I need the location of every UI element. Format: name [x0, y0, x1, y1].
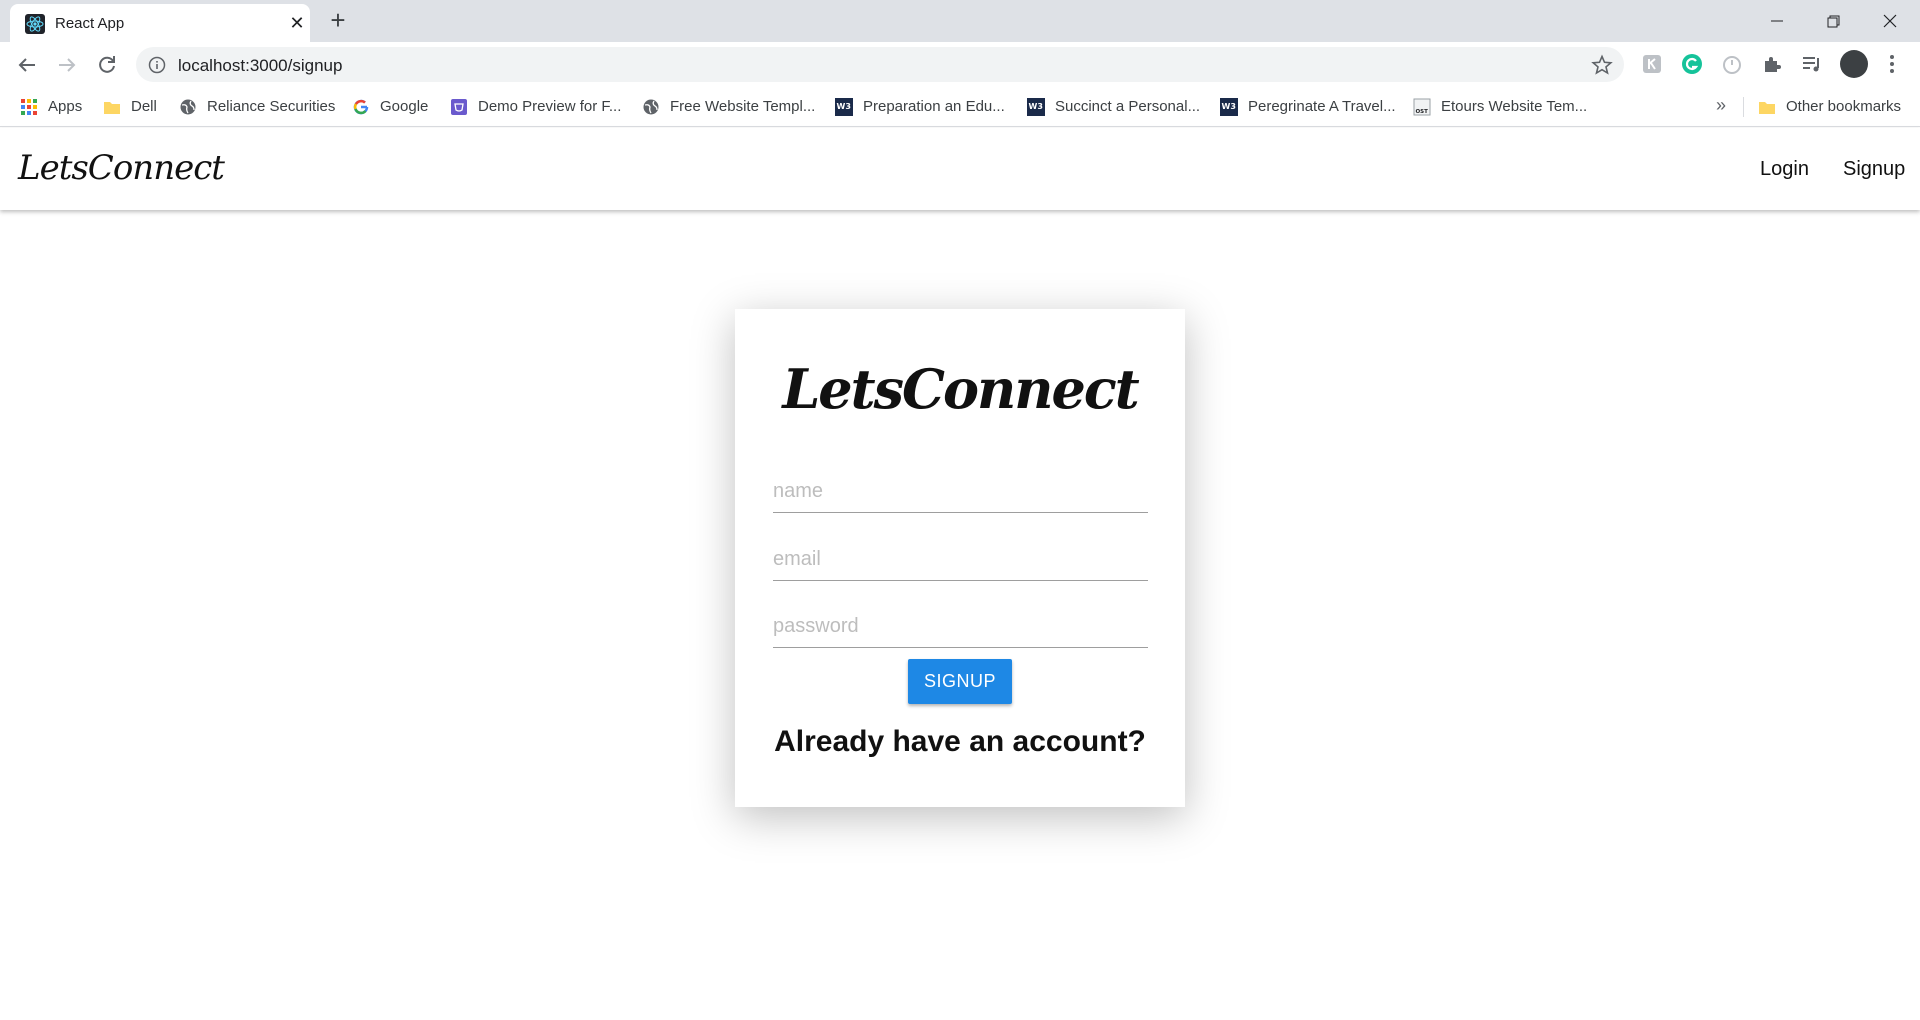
bookmark-star-icon[interactable] [1591, 54, 1613, 76]
bookmark-google[interactable]: Google [352, 96, 442, 118]
window-close-button[interactable] [1870, 6, 1910, 36]
signup-button[interactable]: SIGNUP [908, 659, 1012, 704]
svg-text:W3: W3 [1029, 102, 1043, 111]
card-title: LetsConnect [782, 357, 1139, 421]
puzzle-extensions-icon[interactable] [1760, 52, 1784, 76]
browser-tab[interactable]: React App ✕ [10, 4, 310, 42]
react-favicon-icon [25, 14, 45, 34]
site-icon [450, 98, 468, 116]
w3-icon: W3 [1027, 98, 1045, 116]
globe-icon [179, 98, 197, 116]
svg-text:W3: W3 [837, 102, 851, 111]
bookmark-etours[interactable]: OST Etours Website Tem... [1413, 96, 1593, 118]
signup-card: LetsConnect SIGNUP Already have an accou… [735, 309, 1185, 807]
app-navbar: LetsConnect Login Signup [0, 128, 1920, 210]
reload-icon[interactable] [92, 50, 122, 80]
bookmark-label: Other bookmarks [1786, 98, 1902, 115]
bookmark-peregrinate[interactable]: W3 Peregrinate A Travel... [1220, 96, 1400, 118]
name-input[interactable] [773, 471, 1148, 513]
site-info-icon[interactable] [148, 56, 166, 74]
bookmark-label: Dell [131, 98, 157, 115]
password-input[interactable] [773, 606, 1148, 648]
bookmark-label: Preparation an Edu... [863, 98, 1005, 115]
bookmark-label: Peregrinate A Travel... [1248, 98, 1396, 115]
bookmark-reliance-securities[interactable]: Reliance Securities [179, 96, 339, 118]
already-have-account-link[interactable]: Already have an account? [735, 725, 1185, 759]
bookmark-label: Etours Website Tem... [1441, 98, 1588, 115]
tab-close-icon[interactable]: ✕ [286, 12, 308, 34]
media-queue-icon[interactable] [1800, 52, 1824, 76]
extension-icon[interactable] [1640, 52, 1664, 76]
bookmarks-divider [1743, 97, 1744, 117]
w3-icon: W3 [1220, 98, 1238, 116]
back-arrow-icon[interactable] [12, 50, 42, 80]
browser-toolbar: localhost:3000/signup [0, 42, 1920, 87]
bookmark-label: Succinct a Personal... [1055, 98, 1201, 115]
new-tab-button[interactable]: + [326, 7, 350, 33]
bookmark-succinct[interactable]: W3 Succinct a Personal... [1027, 96, 1207, 118]
bookmark-label: Demo Preview for F... [478, 98, 622, 115]
apps-grid-icon [20, 98, 38, 116]
grammarly-icon[interactable] [1680, 52, 1704, 76]
bookmark-dell[interactable]: Dell [103, 96, 163, 118]
folder-icon [1758, 98, 1776, 116]
bookmark-other-bookmarks[interactable]: Other bookmarks [1758, 96, 1918, 118]
email-input[interactable] [773, 539, 1148, 581]
nav-login-link[interactable]: Login [1760, 158, 1809, 181]
bookmark-label: Google [380, 98, 429, 115]
browser-tabstrip: React App ✕ + [0, 0, 1920, 42]
google-icon [352, 98, 370, 116]
svg-text:OST: OST [1416, 109, 1429, 115]
window-minimize-button[interactable] [1757, 6, 1797, 36]
svg-text:W3: W3 [1222, 102, 1236, 111]
w3-icon: W3 [835, 98, 853, 116]
timer-extension-icon[interactable] [1720, 52, 1744, 76]
more-bookmarks-chevron-icon[interactable]: » [1716, 95, 1726, 116]
browser-menu-icon[interactable] [1880, 52, 1904, 76]
window-restore-button[interactable] [1813, 6, 1853, 36]
bookmark-preparation[interactable]: W3 Preparation an Edu... [835, 96, 1015, 118]
globe-icon [642, 98, 660, 116]
profile-avatar[interactable] [1840, 50, 1868, 78]
bookmark-label: Apps [48, 98, 83, 115]
tab-title: React App [55, 15, 125, 32]
bookmark-free-website-templates[interactable]: Free Website Templ... [642, 96, 822, 118]
bookmarks-bar: Apps Dell Reliance Securities Google Dem… [0, 87, 1920, 127]
url-text: localhost:3000/signup [178, 56, 343, 75]
forward-arrow-icon[interactable] [52, 50, 82, 80]
bookmark-label: Reliance Securities [207, 98, 336, 115]
bookmark-label: Free Website Templ... [670, 98, 816, 115]
folder-icon [103, 98, 121, 116]
bookmark-demo-preview[interactable]: Demo Preview for F... [450, 96, 630, 118]
ost-icon: OST [1413, 98, 1431, 116]
brand-logo[interactable]: LetsConnect [18, 148, 225, 188]
nav-signup-link[interactable]: Signup [1843, 158, 1905, 181]
address-bar[interactable]: localhost:3000/signup [136, 47, 1624, 82]
bookmark-apps[interactable]: Apps [20, 96, 90, 118]
